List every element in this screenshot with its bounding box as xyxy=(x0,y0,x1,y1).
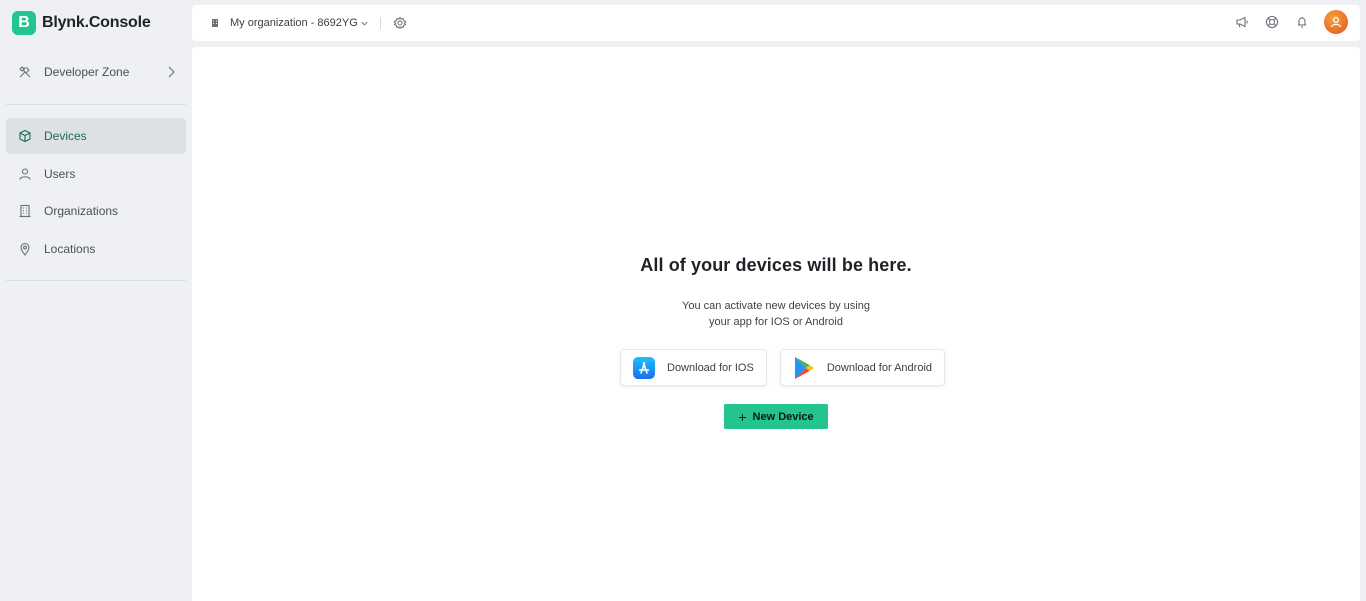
sidebar-item-users[interactable]: Users xyxy=(6,156,186,192)
brand[interactable]: B Blynk.Console xyxy=(12,11,151,35)
chevron-down-icon xyxy=(360,16,370,30)
developer-zone-item[interactable]: Developer Zone xyxy=(6,56,186,88)
download-buttons: Download for IOS Download for Android xyxy=(620,349,958,386)
announcement-icon[interactable] xyxy=(1234,14,1250,30)
sidebar-item-locations[interactable]: Locations xyxy=(6,231,186,267)
organization-name: My organization - 8692YG xyxy=(230,17,358,29)
building-icon xyxy=(208,16,222,30)
download-ios-button[interactable]: Download for IOS xyxy=(620,349,767,386)
chevron-right-icon xyxy=(164,65,178,79)
sidebar-item-label: Devices xyxy=(44,129,87,143)
avatar[interactable] xyxy=(1324,10,1348,34)
sidebar-item-organizations[interactable]: Organizations xyxy=(6,193,186,229)
user-icon xyxy=(18,167,32,181)
sidebar: B Blynk.Console Developer Zone Devices U… xyxy=(0,0,192,601)
app-root: B Blynk.Console Developer Zone Devices U… xyxy=(0,0,1366,601)
new-device-label: New Device xyxy=(752,410,814,423)
empty-state-title: All of your devices will be here. xyxy=(640,255,912,275)
plus-icon: + xyxy=(738,408,747,425)
brand-name: Blynk.Console xyxy=(42,14,151,31)
cube-icon xyxy=(18,129,32,143)
empty-state: All of your devices will be here. You ca… xyxy=(192,255,1360,330)
google-play-icon xyxy=(793,356,815,379)
app-store-icon xyxy=(633,356,655,379)
brand-logo: B xyxy=(12,11,36,35)
sidebar-item-label: Users xyxy=(44,167,76,181)
organization-switcher[interactable]: My organization - 8692YG xyxy=(208,16,370,30)
new-device-button[interactable]: + New Device xyxy=(724,404,828,429)
sidebar-item-devices[interactable]: Devices xyxy=(6,118,186,154)
empty-state-line: your app for IOS or Android xyxy=(709,316,843,328)
notification-icon[interactable] xyxy=(1294,14,1310,30)
developer-zone-label: Developer Zone xyxy=(44,65,130,79)
topbar-actions xyxy=(1234,10,1348,34)
topbar: My organization - 8692YG xyxy=(192,5,1360,41)
sidebar-divider xyxy=(6,280,186,281)
help-icon[interactable] xyxy=(1264,14,1280,30)
empty-state-description: You can activate new devices by using yo… xyxy=(192,298,1360,330)
download-android-button[interactable]: Download for Android xyxy=(779,349,946,386)
map-pin-icon xyxy=(18,242,32,256)
sidebar-divider xyxy=(6,104,186,105)
download-android-label: Download for Android xyxy=(826,361,933,374)
download-ios-label: Download for IOS xyxy=(667,361,754,374)
empty-state-line: You can activate new devices by using xyxy=(682,300,870,312)
topbar-separator xyxy=(379,17,381,29)
main-content: All of your devices will be here. You ca… xyxy=(192,47,1360,601)
gear-icon[interactable] xyxy=(393,16,407,30)
sidebar-item-label: Locations xyxy=(44,242,96,256)
sidebar-item-label: Organizations xyxy=(44,204,119,218)
tools-icon xyxy=(18,65,32,79)
building-icon xyxy=(18,204,32,218)
